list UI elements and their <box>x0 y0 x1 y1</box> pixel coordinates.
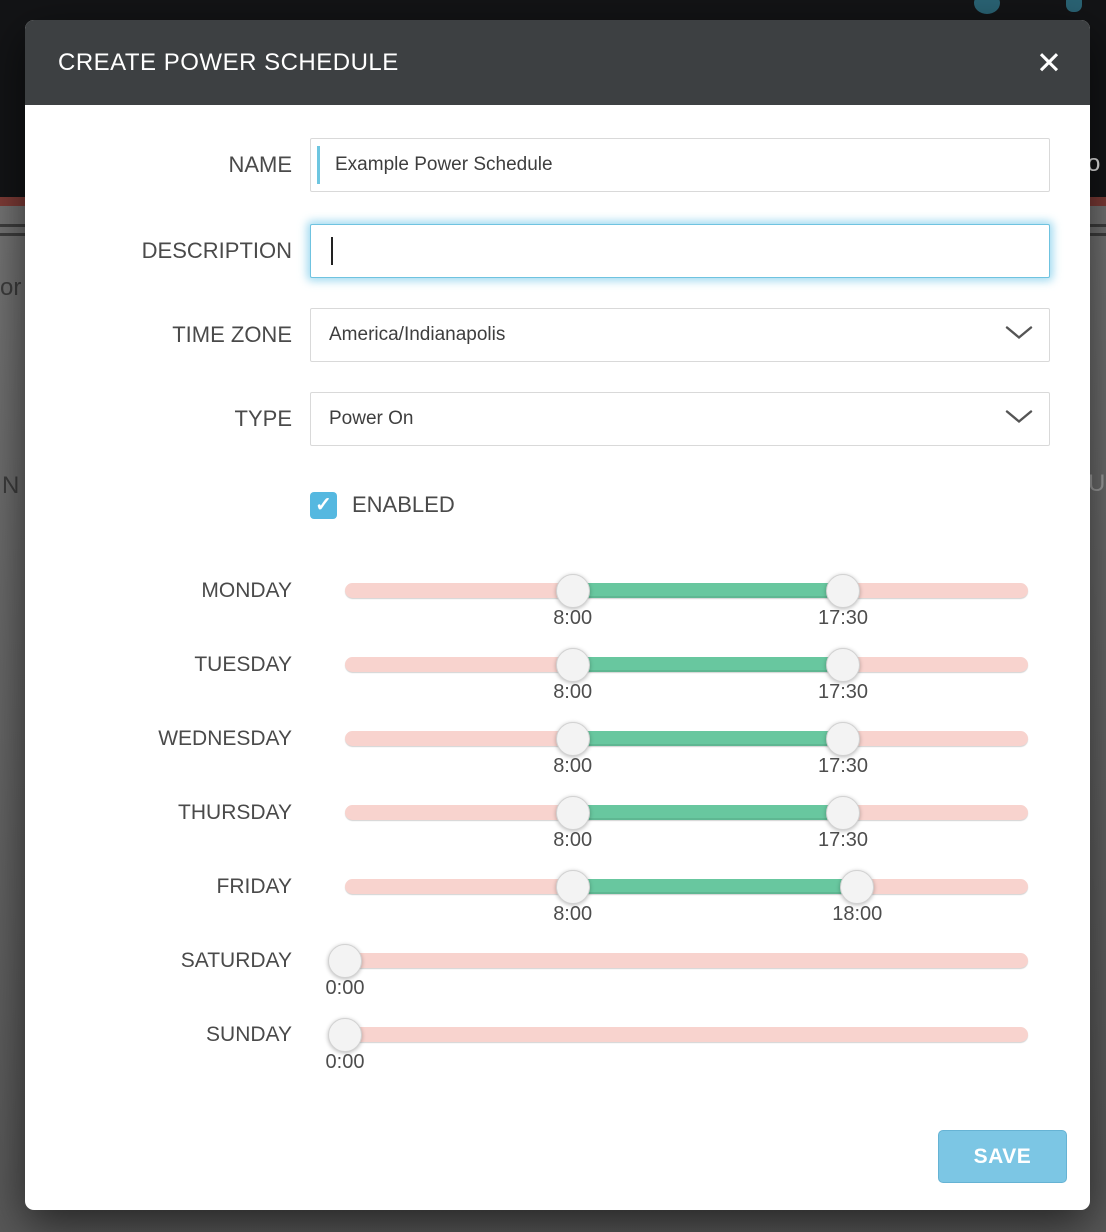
day-slider-row: MONDAY 8:00 17:30 <box>25 570 1090 644</box>
type-row: TYPE Power On <box>25 392 1090 446</box>
name-row: NAME <box>25 138 1090 192</box>
slider-handle-end[interactable] <box>826 648 860 682</box>
description-row: DESCRIPTION <box>25 224 1090 278</box>
time-range-slider[interactable]: 8:00 17:30 <box>310 718 1050 792</box>
slider-handle-end[interactable] <box>826 574 860 608</box>
name-label: NAME <box>25 152 310 178</box>
day-label: TUESDAY <box>25 644 310 718</box>
create-power-schedule-dialog: CREATE POWER SCHEDULE ✕ NAME DESCRIPTION <box>25 20 1090 1210</box>
day-slider-row: SUNDAY 0:00 <box>25 1014 1090 1088</box>
enabled-row: ✓ ENABLED <box>310 490 1090 520</box>
day-slider-row: SATURDAY 0:00 <box>25 940 1090 1014</box>
chevron-down-icon <box>1005 410 1033 429</box>
time-range-slider[interactable]: 8:00 18:00 <box>310 866 1050 940</box>
timezone-select[interactable]: America/Indianapolis <box>310 308 1050 362</box>
slider-handle-start[interactable] <box>556 722 590 756</box>
time-range-slider[interactable]: 8:00 17:30 <box>310 570 1050 644</box>
timezone-selected-value: America/Indianapolis <box>329 324 505 346</box>
slider-end-time: 17:30 <box>818 829 868 852</box>
description-label: DESCRIPTION <box>25 238 310 264</box>
day-slider-row: WEDNESDAY 8:00 17:30 <box>25 718 1090 792</box>
checkmark-icon: ✓ <box>315 495 332 515</box>
day-slider-row: FRIDAY 8:00 18:00 <box>25 866 1090 940</box>
timezone-row: TIME ZONE America/Indianapolis <box>25 308 1090 362</box>
dialog-body: NAME DESCRIPTION TIME ZONE A <box>25 105 1090 1183</box>
slider-end-time: 17:30 <box>818 607 868 630</box>
slider-start-time: 8:00 <box>553 681 592 704</box>
slider-start-time: 0:00 <box>326 977 365 1000</box>
slider-handle-start[interactable] <box>556 870 590 904</box>
slider-start-time: 8:00 <box>553 755 592 778</box>
slider-handle-end[interactable] <box>840 870 874 904</box>
background-user-icon <box>1066 0 1082 12</box>
day-slider-row: THURSDAY 8:00 17:30 <box>25 792 1090 866</box>
slider-handle-start[interactable] <box>328 1018 362 1052</box>
close-icon[interactable]: ✕ <box>1036 47 1062 78</box>
input-accent-bar <box>317 146 320 184</box>
save-button[interactable]: SAVE <box>938 1130 1067 1183</box>
slider-end-time: 18:00 <box>832 903 882 926</box>
day-label: SUNDAY <box>25 1014 310 1088</box>
slider-handle-start[interactable] <box>556 574 590 608</box>
description-field[interactable] <box>310 224 1050 278</box>
slider-selected-range <box>573 731 843 746</box>
dialog-title: CREATE POWER SCHEDULE <box>25 49 399 77</box>
enabled-label: ENABLED <box>352 492 455 518</box>
slider-start-time: 8:00 <box>553 829 592 852</box>
slider-selected-range <box>573 583 843 598</box>
slider-selected-range <box>573 879 858 894</box>
enabled-checkbox[interactable]: ✓ <box>310 492 337 519</box>
background-text-fragment: U <box>1088 470 1105 498</box>
day-label: SATURDAY <box>25 940 310 1014</box>
slider-handle-end[interactable] <box>826 722 860 756</box>
timezone-label: TIME ZONE <box>25 322 310 348</box>
chevron-down-icon <box>1005 326 1033 345</box>
background-text-fragment: or <box>0 274 21 302</box>
dialog-header: CREATE POWER SCHEDULE ✕ <box>25 20 1090 105</box>
time-range-slider[interactable]: 0:00 <box>310 1014 1050 1088</box>
name-field[interactable] <box>310 138 1050 192</box>
slider-end-time: 17:30 <box>818 681 868 704</box>
slider-start-time: 8:00 <box>553 903 592 926</box>
time-range-slider[interactable]: 0:00 <box>310 940 1050 1014</box>
type-select[interactable]: Power On <box>310 392 1050 446</box>
slider-handle-start[interactable] <box>556 648 590 682</box>
day-label: THURSDAY <box>25 792 310 866</box>
day-label: FRIDAY <box>25 866 310 940</box>
slider-selected-range <box>573 657 843 672</box>
day-label: MONDAY <box>25 570 310 644</box>
text-cursor <box>331 237 333 265</box>
background-text-fragment: N <box>2 472 19 500</box>
day-slider-row: TUESDAY 8:00 17:30 <box>25 644 1090 718</box>
page: o or N U CREATE POWER SCHEDULE ✕ NAME DE… <box>0 0 1106 1232</box>
day-sliders: MONDAY 8:00 17:30 TUESDAY <box>25 570 1090 1088</box>
slider-track[interactable] <box>345 1027 1028 1042</box>
type-selected-value: Power On <box>329 408 413 430</box>
time-range-slider[interactable]: 8:00 17:30 <box>310 644 1050 718</box>
slider-handle-end[interactable] <box>826 796 860 830</box>
slider-end-time: 17:30 <box>818 755 868 778</box>
slider-start-time: 0:00 <box>326 1051 365 1074</box>
slider-handle-start[interactable] <box>556 796 590 830</box>
type-label: TYPE <box>25 406 310 432</box>
day-label: WEDNESDAY <box>25 718 310 792</box>
slider-start-time: 8:00 <box>553 607 592 630</box>
slider-track[interactable] <box>345 953 1028 968</box>
slider-handle-start[interactable] <box>328 944 362 978</box>
dialog-footer: SAVE <box>25 1130 1090 1183</box>
time-range-slider[interactable]: 8:00 17:30 <box>310 792 1050 866</box>
slider-selected-range <box>573 805 843 820</box>
